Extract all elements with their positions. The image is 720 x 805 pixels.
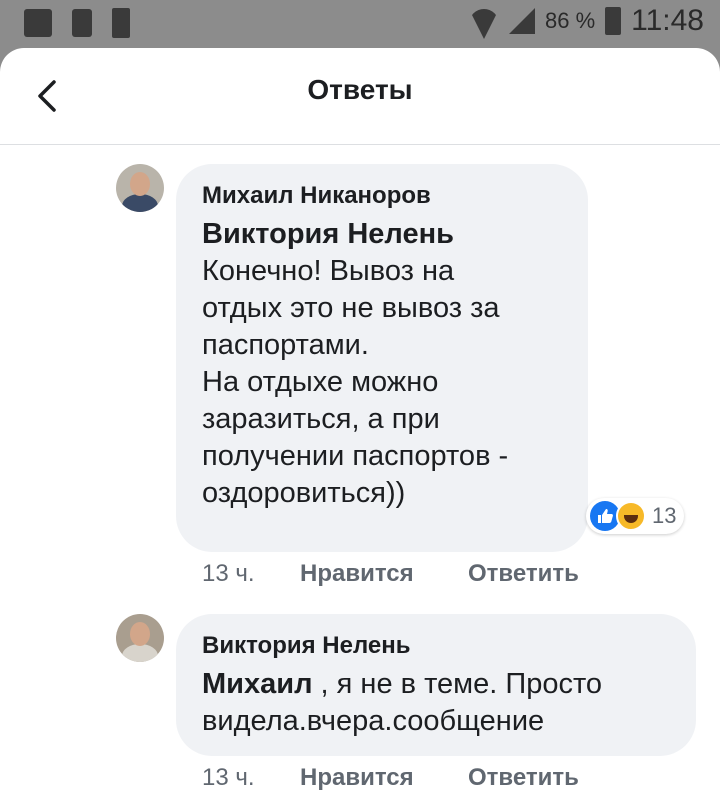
- phone-notification-icon: [72, 9, 92, 37]
- comment-body: Конечно! Вывоз на отдых это не вывоз за …: [202, 255, 509, 509]
- reaction-count: 13: [652, 503, 677, 528]
- avatar-body: [122, 194, 158, 212]
- comment-text: Михаил , я не в теме. Просто видела.вчер…: [202, 666, 602, 740]
- comment-actions: 13 ч. Нравится Ответить: [202, 764, 579, 792]
- timestamp[interactable]: 13 ч.: [202, 560, 300, 588]
- comment-author[interactable]: Виктория Нелень: [202, 632, 602, 660]
- reactions-summary[interactable]: 13: [586, 498, 685, 534]
- battery-percent: 86 %: [544, 8, 596, 33]
- reply-button[interactable]: Ответить: [468, 560, 579, 588]
- page-title: Ответы: [307, 74, 413, 105]
- comment-bubble: Виктория Нелень Михаил , я не в теме. Пр…: [176, 614, 696, 756]
- comment-author[interactable]: Михаил Никаноров: [202, 182, 508, 210]
- wifi-icon: [469, 9, 499, 33]
- comment-text: Виктория Нелень Конечно! Вывоз на отдых …: [202, 216, 508, 512]
- avatar[interactable]: [116, 614, 164, 662]
- reply-button[interactable]: Ответить: [468, 764, 579, 792]
- mention-link[interactable]: Виктория Нелень: [202, 218, 454, 250]
- like-button[interactable]: Нравится: [300, 560, 468, 588]
- comment-bubble: Михаил Никаноров Виктория Нелень Конечно…: [176, 164, 588, 552]
- avatar-face: [130, 622, 150, 646]
- mention-link[interactable]: Михаил: [202, 668, 313, 700]
- battery-saver-icon: [112, 8, 130, 38]
- avatar[interactable]: [116, 164, 164, 212]
- status-bar: 86 % 11:48: [0, 0, 720, 48]
- gallery-notification-icon: [24, 9, 52, 37]
- replies-sheet: Ответы Михаил Никаноров Виктория Нелень …: [0, 48, 720, 805]
- comment-actions: 13 ч. Нравится Ответить: [202, 560, 579, 588]
- battery-icon: [605, 7, 622, 35]
- haha-icon: [616, 501, 646, 531]
- avatar-face: [130, 172, 150, 196]
- clock: 11:48: [631, 4, 704, 37]
- avatar-body: [122, 644, 158, 662]
- header: Ответы: [0, 48, 720, 145]
- like-button[interactable]: Нравится: [300, 764, 468, 792]
- signal-icon: [509, 8, 535, 34]
- timestamp[interactable]: 13 ч.: [202, 764, 300, 792]
